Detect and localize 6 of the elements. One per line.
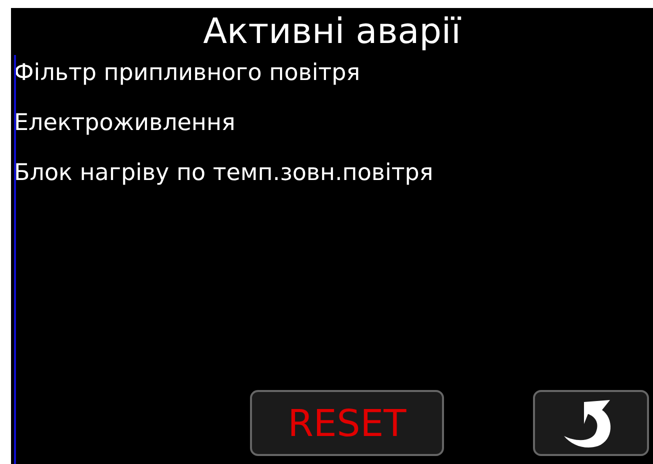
- alarm-item: Фільтр припливного повітря: [14, 59, 360, 88]
- alarm-item: Електроживлення: [14, 109, 236, 138]
- back-button[interactable]: [533, 390, 649, 456]
- reset-button[interactable]: RESET: [250, 390, 444, 456]
- alarm-item: Блок нагріву по темп.зовн.повітря: [14, 159, 434, 188]
- screen-title: Активні аварії: [203, 14, 461, 50]
